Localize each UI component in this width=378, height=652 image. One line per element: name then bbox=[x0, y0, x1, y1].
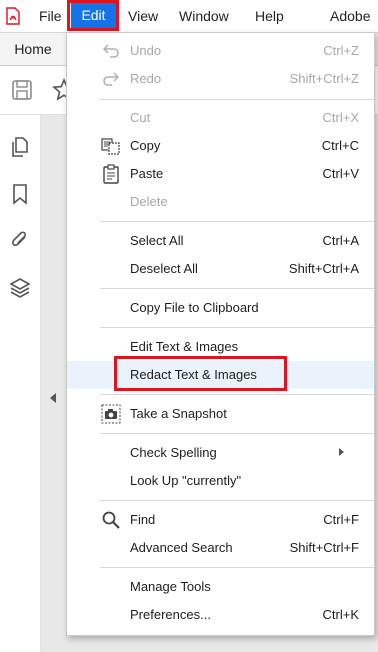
menu-item-shortcut: Ctrl+F bbox=[323, 512, 359, 527]
menu-item-shortcut: Ctrl+K bbox=[322, 607, 359, 622]
submenu-arrow-icon bbox=[339, 448, 344, 456]
menu-item-shortcut: Ctrl+X bbox=[322, 110, 359, 125]
menu-item-advanced-search[interactable]: Advanced Search Shift+Ctrl+F bbox=[67, 534, 374, 562]
menu-bar: File Edit View Window Help Adobe bbox=[0, 0, 378, 33]
tab-home[interactable]: Home bbox=[0, 33, 67, 65]
menu-view[interactable]: View bbox=[128, 0, 158, 32]
bookmark-icon[interactable] bbox=[8, 182, 32, 206]
menu-item-shortcut: Ctrl+A bbox=[322, 233, 359, 248]
menu-item-copy-file-to-clipboard[interactable]: Copy File to Clipboard bbox=[67, 294, 374, 322]
menu-item-find[interactable]: Find Ctrl+F bbox=[67, 506, 374, 534]
menu-item-shortcut: Ctrl+C bbox=[321, 138, 359, 153]
menu-item-label: Advanced Search bbox=[130, 540, 233, 555]
menu-separator bbox=[100, 433, 374, 434]
acrobat-logo-icon bbox=[6, 7, 20, 25]
menu-separator bbox=[100, 500, 374, 501]
paste-icon bbox=[103, 164, 119, 184]
menu-separator bbox=[100, 99, 374, 100]
menu-item-redo[interactable]: Redo Shift+Ctrl+Z bbox=[67, 65, 374, 93]
menu-item-label: Redact Text & Images bbox=[130, 367, 257, 382]
menu-item-shortcut: Ctrl+V bbox=[322, 166, 359, 181]
menu-item-delete[interactable]: Delete bbox=[67, 188, 374, 216]
menu-help[interactable]: Help bbox=[255, 0, 284, 32]
collapse-panel-icon[interactable] bbox=[50, 393, 56, 403]
edit-menu: Undo Ctrl+Z Redo Shift+Ctrl+Z Cut Ctrl+X… bbox=[66, 32, 375, 636]
menu-item-check-spelling[interactable]: Check Spelling bbox=[67, 439, 374, 467]
pages-icon[interactable] bbox=[8, 135, 32, 159]
menu-item-label: Deselect All bbox=[130, 261, 198, 276]
menu-file[interactable]: File bbox=[39, 0, 62, 32]
menu-item-take-snapshot[interactable]: Take a Snapshot bbox=[67, 400, 374, 428]
menu-item-select-all[interactable]: Select All Ctrl+A bbox=[67, 227, 374, 255]
menu-item-cut[interactable]: Cut Ctrl+X bbox=[67, 104, 374, 132]
layers-icon[interactable] bbox=[8, 276, 32, 300]
menu-item-copy[interactable]: Copy Ctrl+C bbox=[67, 132, 374, 160]
menu-item-label: Delete bbox=[130, 194, 168, 209]
menu-item-label: Take a Snapshot bbox=[130, 406, 227, 421]
menu-item-shortcut: Ctrl+Z bbox=[323, 43, 359, 58]
menu-item-shortcut: Shift+Ctrl+Z bbox=[289, 71, 359, 86]
menu-item-label: Preferences... bbox=[130, 607, 211, 622]
menu-adobe[interactable]: Adobe bbox=[330, 0, 370, 32]
menu-item-undo[interactable]: Undo Ctrl+Z bbox=[67, 37, 374, 65]
menu-item-shortcut: Shift+Ctrl+A bbox=[288, 261, 359, 276]
menu-item-label: Edit Text & Images bbox=[130, 339, 239, 354]
menu-item-label: Undo bbox=[130, 43, 162, 58]
menu-item-paste[interactable]: Paste Ctrl+V bbox=[67, 160, 374, 188]
menu-edit[interactable]: Edit bbox=[71, 2, 116, 29]
menu-item-label: Manage Tools bbox=[130, 579, 211, 594]
menu-item-label: Copy bbox=[130, 138, 161, 153]
attachment-icon[interactable] bbox=[8, 228, 32, 252]
menu-item-label: Look Up "currently" bbox=[130, 473, 242, 488]
menu-item-look-up[interactable]: Look Up "currently" bbox=[67, 467, 374, 495]
menu-separator bbox=[100, 567, 374, 568]
menu-item-shortcut: Shift+Ctrl+F bbox=[289, 540, 359, 555]
copy-icon bbox=[101, 138, 120, 155]
menu-item-label: Find bbox=[130, 512, 156, 527]
camera-icon bbox=[101, 404, 121, 424]
redo-icon bbox=[103, 72, 120, 86]
menu-item-label: Paste bbox=[130, 166, 164, 181]
menu-separator bbox=[100, 221, 374, 222]
menu-item-deselect-all[interactable]: Deselect All Shift+Ctrl+A bbox=[67, 255, 374, 283]
menu-item-label: Copy File to Clipboard bbox=[130, 300, 259, 315]
menu-separator bbox=[100, 327, 374, 328]
menu-separator bbox=[100, 394, 374, 395]
menu-item-label: Cut bbox=[130, 110, 151, 125]
menu-separator bbox=[100, 288, 374, 289]
menu-item-label: Select All bbox=[130, 233, 184, 248]
menu-item-label: Check Spelling bbox=[130, 445, 217, 460]
menu-item-label: Redo bbox=[130, 71, 162, 86]
save-icon[interactable] bbox=[10, 78, 34, 102]
menu-item-redact-text-images[interactable]: Redact Text & Images bbox=[67, 361, 374, 389]
menu-item-edit-text-images[interactable]: Edit Text & Images bbox=[67, 333, 374, 361]
left-rail bbox=[0, 115, 41, 652]
menu-item-manage-tools[interactable]: Manage Tools bbox=[67, 573, 374, 601]
menu-item-preferences[interactable]: Preferences... Ctrl+K bbox=[67, 601, 374, 629]
menu-window[interactable]: Window bbox=[179, 0, 229, 32]
search-icon bbox=[102, 511, 120, 529]
undo-icon bbox=[102, 44, 119, 58]
